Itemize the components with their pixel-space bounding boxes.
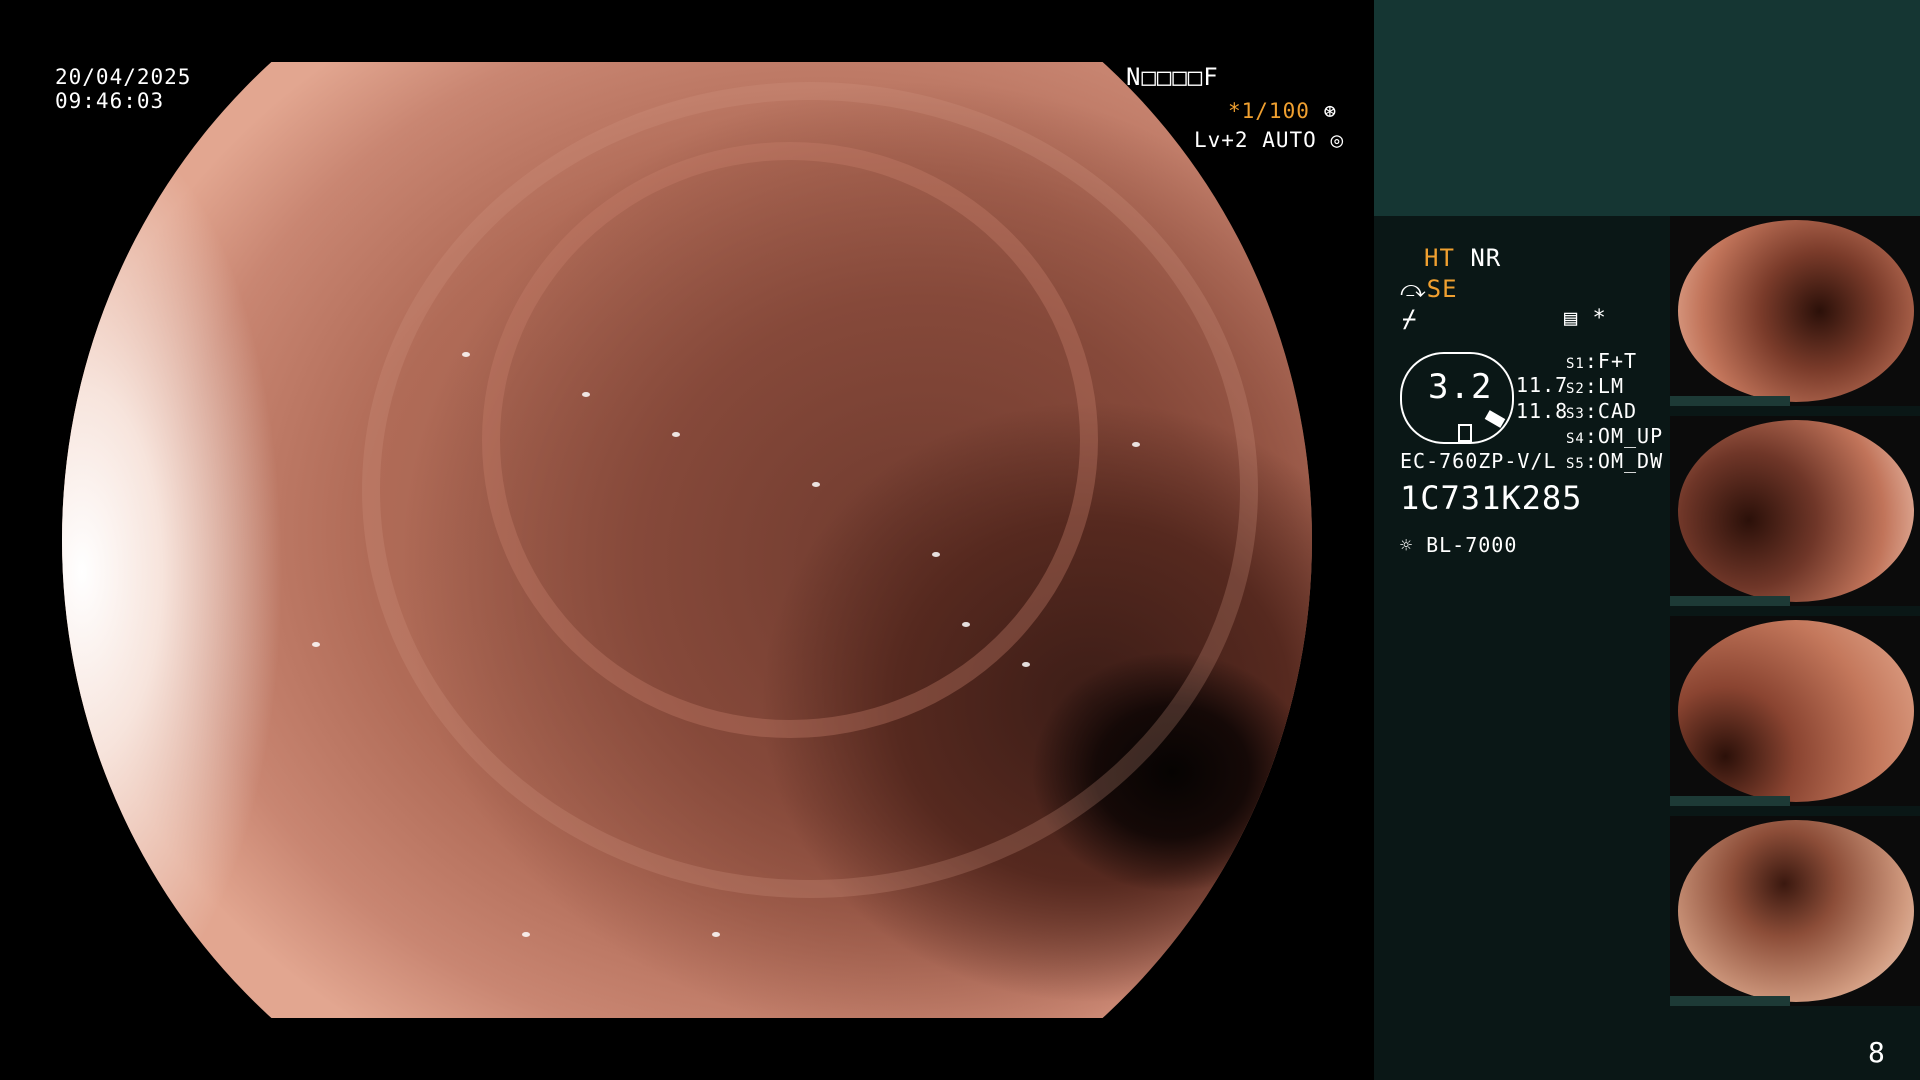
light-icon: ☼ [1400,533,1414,557]
light-reflection [1132,442,1140,447]
capture-thumbnail-1[interactable] [1670,216,1920,406]
light-reflection [712,932,720,937]
page-number: 8 [1868,1036,1886,1069]
name-field: N□□□□F [1126,63,1219,91]
thumbnail-bar [1670,396,1790,406]
se-label: SE [1426,275,1458,303]
shutter-label: *1/100 [1228,99,1310,123]
capture-thumbnail-4[interactable] [1670,816,1920,1006]
mode-value: F+T [1597,349,1638,373]
level-row: Lv+2 AUTO ◎ [1194,127,1344,153]
mode-key: S3 [1566,406,1585,422]
light-reflection [1022,662,1030,667]
light-glare [62,122,322,1018]
thumbnail-bar [1670,996,1790,1006]
mucosal-fold [362,82,1258,898]
mode-key: S1 [1566,356,1585,372]
mode-key: S4 [1566,431,1585,447]
date-label: 20/04/2025 [55,65,192,89]
settings-icon: ▤ [1564,306,1579,331]
star-label: * [1592,306,1607,331]
thumbnail-image [1678,420,1914,602]
level-label: Lv+2 AUTO [1194,128,1317,152]
shutter-icon: ⊛ [1323,99,1338,123]
light-source-row: ☼ BL-7000 [1400,532,1517,558]
meter-value-1: 11.7 [1516,373,1569,397]
mode-key: S2 [1566,381,1585,397]
light-reflection [672,432,680,437]
light-reflection [462,352,470,357]
light-reflection [962,622,970,627]
shutter-row: *1/100 ⊛ [1228,98,1337,124]
mode-value: CAD [1597,399,1638,423]
freeze-icon: ⌿ [1402,305,1418,333]
capture-thumbnail-3[interactable] [1670,616,1920,806]
time-label: 09:46:03 [55,89,165,113]
mode-value: OM_UP [1597,424,1664,448]
nr-label: NR [1470,244,1502,272]
settings-row: ▤ * [1564,306,1607,332]
mode-item-s5: S5:OM_DW [1566,449,1664,473]
capture-thumbnail-2[interactable] [1670,416,1920,606]
light-reflection [312,642,320,647]
light-source-label: BL-7000 [1426,533,1518,557]
scope-icon: ⤼ [1400,275,1427,303]
thumbnail-image [1678,820,1914,1002]
auto-icon: ◎ [1330,128,1345,152]
mode-value: OM_DW [1597,449,1664,473]
se-row: ⤼SE [1400,276,1458,302]
scope-serial: 1C731K285 [1400,479,1583,517]
meter-mark [1458,424,1472,442]
thumbnail-bar [1670,796,1790,806]
meter-value: 3.2 [1428,367,1493,407]
thumbnail-image [1678,620,1914,802]
light-reflection [522,932,530,937]
meter-value-2: 11.8 [1516,399,1569,423]
endoscope-view-area: 20/04/2025 09:46:03 N□□□□F *1/100 ⊛ Lv+2… [0,0,1372,1080]
ht-label: HT [1424,244,1455,272]
light-reflection [582,392,590,397]
light-reflection [932,552,940,557]
mode-key: S5 [1566,456,1585,472]
endoscope-image [62,62,1312,1018]
thumbnail-image [1678,220,1914,402]
thumbnail-bar [1670,596,1790,606]
image-settings-row: HT NR [1424,245,1501,271]
scope-model: EC-760ZP-V/L [1400,449,1557,473]
right-header-panel [1374,0,1920,216]
light-reflection [812,482,820,487]
mode-value: LM [1597,374,1624,398]
